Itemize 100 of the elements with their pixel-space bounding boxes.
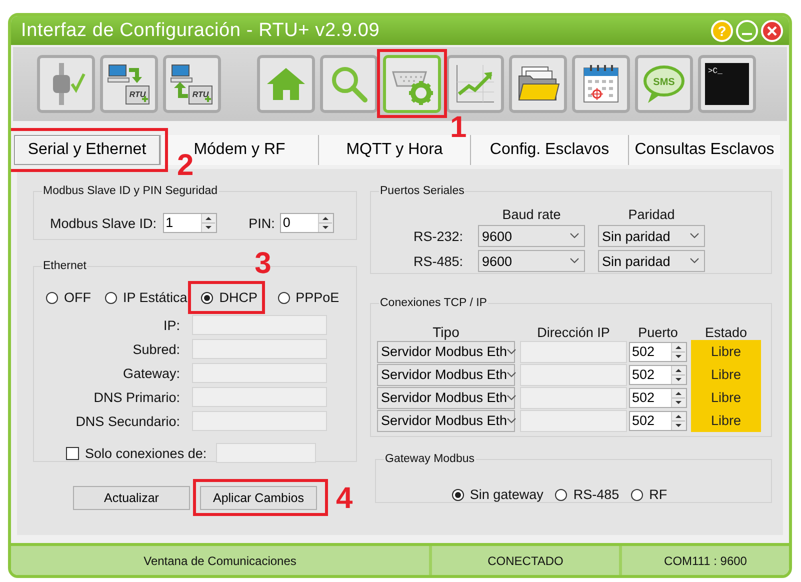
spin-arrows[interactable] [671, 388, 686, 406]
field-label: Modbus Slave ID: [50, 216, 157, 230]
field-label: DNS Secundario: [74, 414, 180, 428]
radio-indicator[interactable] [631, 488, 644, 500]
spin-arrows[interactable] [671, 366, 686, 384]
field-label: RS-232: [412, 228, 463, 244]
dropdown[interactable]: Servidor Modbus Eth [377, 386, 515, 408]
field-label: Gateway: [122, 366, 180, 380]
toolbar-button[interactable] [572, 55, 630, 113]
toolbar-button[interactable] [509, 55, 567, 113]
radio-label: PPPoE [296, 290, 340, 305]
toolbar-button[interactable]: >C_ [698, 55, 756, 113]
text-field[interactable] [520, 340, 627, 362]
minimize-icon[interactable] [736, 20, 758, 42]
text-field[interactable] [192, 315, 327, 335]
tab[interactable]: Config. Esclavos [470, 135, 628, 165]
status-cell: Libre [691, 409, 761, 432]
highlight-frame [377, 49, 447, 118]
column-header: Tipo [432, 324, 460, 340]
column-header: Dirección IP [536, 325, 611, 340]
group-title: Gateway Modbus [384, 452, 476, 466]
callout-number: 4 [336, 484, 353, 514]
radio-indicator[interactable] [452, 488, 464, 500]
tab[interactable]: Serial y Ethernet [14, 135, 160, 165]
window-title: Interfaz de Configuración - RTU+ v2.9.09 [21, 20, 381, 42]
spin-field[interactable]: 1 [162, 213, 217, 233]
text-field[interactable] [192, 363, 327, 383]
radio-label: RS-485 [573, 487, 620, 502]
dropdown[interactable]: Sin paridad [598, 250, 705, 272]
radio-button[interactable]: IP Estática [102, 288, 190, 307]
radio-button[interactable]: DHCP [198, 288, 261, 307]
radio-button[interactable]: OFF [43, 288, 94, 307]
text-field[interactable] [520, 364, 627, 386]
radio-indicator[interactable] [555, 488, 568, 500]
column-header: Estado [704, 325, 748, 340]
chevron-icon [507, 348, 516, 354]
dropdown[interactable]: Servidor Modbus Eth [377, 364, 515, 386]
chevron-icon [507, 372, 516, 378]
group-title: Modbus Slave ID y PIN Seguridad [42, 184, 219, 198]
spin-field[interactable]: 0 [280, 213, 334, 233]
status-cell: Libre [691, 386, 761, 409]
radio-button[interactable]: RF [628, 485, 670, 504]
radio-indicator[interactable] [278, 292, 290, 304]
text-field[interactable] [520, 386, 627, 408]
dropdown[interactable]: Sin paridad [598, 225, 705, 247]
toolbar-button[interactable]: RTU [163, 55, 221, 113]
field-label: DNS Primario: [92, 390, 180, 404]
field-label: IP: [162, 318, 180, 332]
field-label: RS-485: [412, 254, 463, 268]
chevron-icon [507, 394, 516, 400]
chevron-icon [570, 258, 579, 264]
column-header: Puerto [637, 325, 679, 340]
terminal-icon: >C_ [705, 62, 749, 106]
radio-label: RF [649, 487, 668, 502]
chevron-icon [507, 418, 516, 424]
field-label: Subred: [132, 342, 180, 356]
column-header: Baud rate [501, 207, 562, 222]
status-text: CONECTADO [429, 546, 619, 575]
radio-button[interactable]: PPPoE [274, 288, 342, 307]
action-button[interactable]: Aplicar Cambios [200, 486, 317, 510]
radio-label: IP Estática [123, 290, 188, 305]
status-cell: Libre [691, 340, 761, 363]
text-field[interactable] [192, 339, 327, 359]
column-header: Paridad [627, 207, 676, 222]
toolbar-button[interactable]: RTU [100, 55, 158, 113]
radio-indicator[interactable] [46, 292, 58, 304]
radio-button[interactable]: RS-485 [552, 485, 622, 504]
radio-button[interactable]: Sin gateway [448, 485, 546, 504]
radio-label: DHCP [219, 290, 258, 305]
dropdown[interactable]: 9600 [478, 225, 585, 247]
dropdown[interactable]: 9600 [478, 250, 585, 272]
spin-field[interactable]: 502 [629, 342, 687, 362]
radio-label: Sin gateway [470, 487, 544, 502]
spin-field[interactable]: 502 [629, 388, 687, 408]
action-button[interactable]: Actualizar [73, 486, 190, 510]
chevron-icon [570, 233, 579, 239]
callout-number: 3 [254, 249, 272, 279]
radio-indicator[interactable] [105, 292, 117, 304]
status-text: COM111 : 9600 [619, 546, 789, 575]
spin-arrows[interactable] [671, 412, 686, 430]
text-field[interactable] [520, 410, 627, 432]
close-icon[interactable] [761, 20, 783, 42]
radio-label: OFF [64, 290, 91, 305]
status-cell: Libre [691, 363, 761, 386]
field-label: PIN: [248, 216, 275, 230]
dropdown[interactable]: Servidor Modbus Eth [377, 340, 515, 362]
radio-indicator[interactable] [201, 292, 214, 304]
checkbox[interactable]: Solo conexiones de: [66, 446, 207, 460]
tab[interactable]: Consultas Esclavos [628, 135, 780, 165]
text-field[interactable] [192, 387, 327, 407]
spin-field[interactable]: 502 [629, 410, 687, 430]
dropdown[interactable]: Servidor Modbus Eth [377, 410, 515, 432]
spin-arrows[interactable] [200, 214, 216, 232]
text-field[interactable] [216, 443, 316, 463]
spin-arrows[interactable] [671, 342, 686, 360]
spin-arrows[interactable] [318, 214, 333, 232]
chevron-icon [690, 258, 699, 264]
spin-field[interactable]: 502 [629, 364, 687, 384]
text-field[interactable] [192, 411, 327, 431]
status-text: Ventana de Comunicaciones [142, 552, 298, 570]
